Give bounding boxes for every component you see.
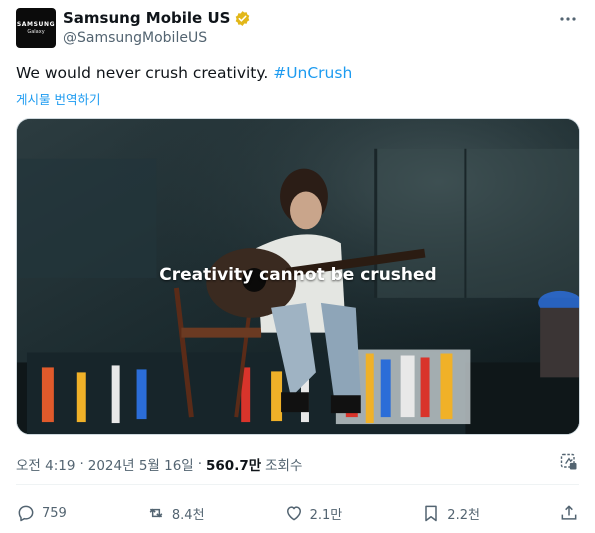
- grok-icon[interactable]: [559, 452, 579, 472]
- share-icon: [561, 505, 577, 520]
- tweet-date[interactable]: 2024년 5월 16일: [88, 454, 194, 474]
- display-name[interactable]: Samsung Mobile US: [63, 9, 230, 27]
- action-bar: 759 8.4천 2.1만 2.2천: [16, 500, 579, 526]
- avatar-brand: SAMSUNG: [16, 20, 56, 28]
- bookmark-count: 2.2천: [447, 507, 480, 523]
- handle[interactable]: @SamsungMobileUS: [63, 30, 207, 46]
- divider: [16, 484, 579, 485]
- name-row: Samsung Mobile US: [63, 9, 251, 27]
- reply-button[interactable]: 759: [16, 503, 67, 523]
- like-count: 2.1만: [309, 507, 343, 523]
- view-label: 조회수: [265, 458, 303, 474]
- like-icon: [286, 506, 301, 521]
- more-button[interactable]: [557, 10, 579, 28]
- reply-count: 759: [42, 505, 67, 521]
- tweet-body: We would never crush creativity.: [16, 64, 274, 82]
- tweet-meta: 오전 4:19 · 2024년 5월 16일 · 560.7만 조회수: [16, 454, 302, 474]
- bookmark-button[interactable]: 2.2천: [421, 503, 480, 523]
- avatar[interactable]: SAMSUNG Galaxy: [16, 8, 56, 48]
- reply-icon: [18, 505, 34, 522]
- more-icon: [560, 17, 576, 21]
- repost-count: 8.4천: [171, 507, 205, 523]
- repost-button[interactable]: 8.4천: [146, 503, 205, 523]
- tweet-time[interactable]: 오전 4:19: [16, 454, 75, 474]
- video-media[interactable]: Creativity cannot be crushed: [16, 118, 580, 435]
- tweet-text: We would never crush creativity. #UnCrus…: [16, 64, 352, 82]
- repost-icon: [149, 508, 163, 518]
- share-button[interactable]: [559, 503, 579, 523]
- meta-separator: ·: [197, 456, 203, 472]
- verified-badge-icon[interactable]: [234, 10, 251, 27]
- avatar-sub: Galaxy: [27, 28, 45, 35]
- like-button[interactable]: 2.1만: [284, 503, 343, 523]
- translate-link[interactable]: 게시물 번역하기: [16, 89, 100, 108]
- meta-separator: ·: [79, 456, 84, 472]
- bookmark-icon: [425, 505, 438, 522]
- hashtag-link[interactable]: #UnCrush: [273, 64, 352, 82]
- video-caption: Creativity cannot be crushed: [159, 265, 437, 285]
- view-count: 560.7만: [206, 458, 262, 474]
